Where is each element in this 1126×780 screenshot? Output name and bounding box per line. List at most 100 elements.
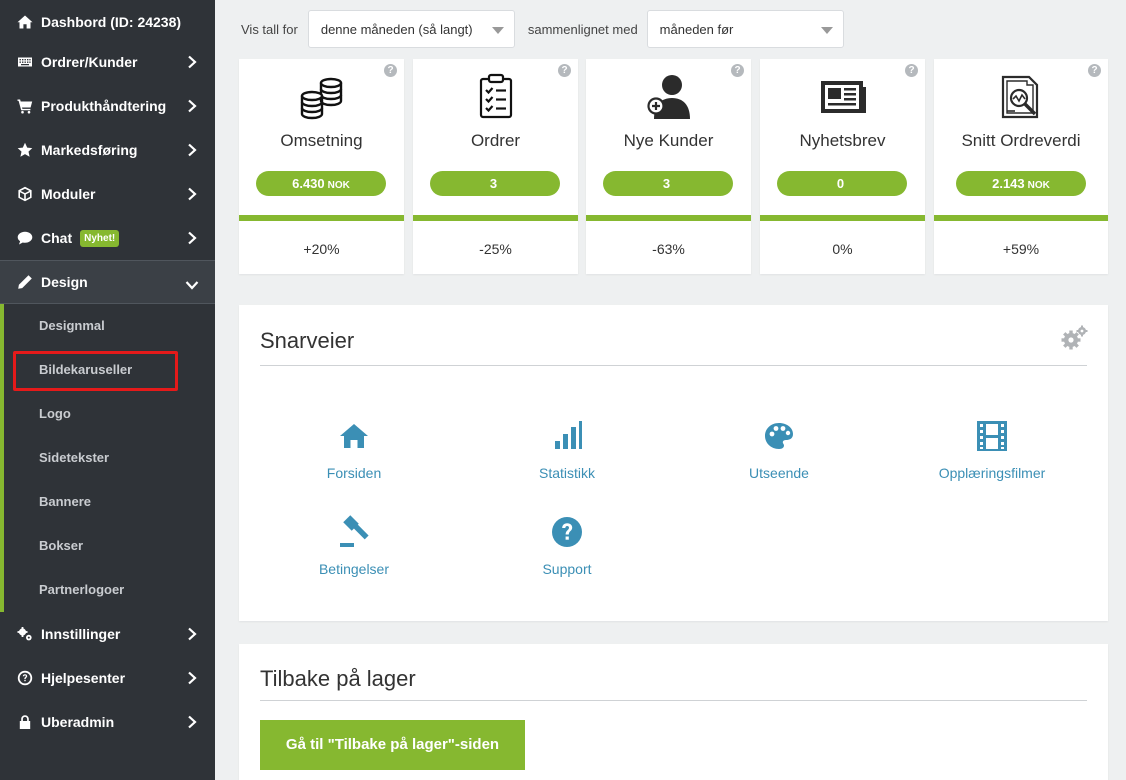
chat-icon — [17, 230, 33, 246]
bar-chart-icon — [550, 419, 584, 453]
sidebar-item-label: Produkthåndtering — [41, 98, 167, 114]
shortcut-label: Forsiden — [326, 465, 382, 481]
highlight-box — [13, 351, 178, 391]
sidebar-item-label: Moduler — [41, 186, 96, 202]
stat-card-newsletter: ? Nyhetsbrev 0 0% — [760, 59, 925, 274]
compare-select-value: måneden før — [659, 21, 734, 37]
sidebar-item-products[interactable]: Produkthåndtering — [0, 84, 215, 128]
help-icon[interactable]: ? — [905, 64, 918, 77]
sidebar-item-label: Ordrer/Kunder — [41, 54, 138, 70]
submenu-item-partnerlogoer[interactable]: Partnerlogoer — [39, 582, 124, 597]
divider — [260, 700, 1087, 701]
shortcut-label: Opplæringsfilmer — [938, 465, 1046, 481]
newspaper-icon — [819, 73, 867, 121]
stat-value: 3 — [430, 171, 560, 196]
chevron-right-icon — [187, 231, 197, 245]
palette-icon — [762, 419, 796, 453]
sidebar-item-label: Markedsføring — [41, 142, 138, 158]
stat-change: +59% — [1002, 241, 1040, 257]
caret-down-icon — [491, 27, 504, 34]
cogs-icon — [17, 626, 33, 642]
question-icon — [550, 515, 584, 549]
stat-value-number: 3 — [662, 176, 671, 191]
help-icon[interactable]: ? — [731, 64, 744, 77]
stat-card-orders: ? Ordrer 3 -25% — [413, 59, 578, 274]
stat-bar — [239, 215, 404, 221]
filter-label-compare: sammenlignet med — [527, 21, 638, 37]
add-user-icon — [645, 73, 693, 121]
home-icon — [17, 14, 33, 30]
stat-value: 2.143 NOK — [956, 171, 1086, 196]
caret-down-icon — [820, 27, 833, 34]
keyboard-icon — [17, 54, 33, 70]
shortcut-utseende[interactable]: Utseende — [679, 419, 879, 481]
stat-value: 6.430 NOK — [256, 171, 386, 196]
gavel-icon — [337, 515, 371, 549]
help-icon[interactable]: ? — [558, 64, 571, 77]
stat-value-number: 6.430 — [292, 176, 325, 191]
stat-change: -25% — [479, 241, 512, 257]
chevron-down-icon — [185, 277, 199, 290]
lock-icon — [17, 714, 33, 730]
question-circle-icon — [17, 670, 33, 686]
stat-bar — [413, 215, 578, 221]
submenu-item-logo[interactable]: Logo — [39, 406, 71, 421]
compare-select[interactable]: måneden før — [646, 10, 844, 48]
stat-change: +20% — [303, 241, 340, 257]
stat-card-avg-order-value: ? Snitt Ordreverdi 2.143 NOK +59% — [934, 59, 1108, 274]
film-icon — [975, 419, 1009, 453]
stat-bar — [760, 215, 925, 221]
chevron-right-icon — [187, 99, 197, 113]
sidebar-item-marketing[interactable]: Markedsføring — [0, 128, 215, 172]
shortcut-statistikk[interactable]: Statistikk — [467, 419, 667, 481]
sidebar-item-label: Uberadmin — [41, 714, 115, 730]
shortcut-forsiden[interactable]: Forsiden — [254, 419, 454, 481]
gears-icon[interactable] — [1060, 325, 1088, 351]
sidebar-item-label: Design — [41, 274, 88, 290]
shortcut-opplaeringsfilmer[interactable]: Opplæringsfilmer — [892, 419, 1092, 481]
sidebar-item-help[interactable]: Hjelpesenter — [0, 656, 215, 700]
stat-card-new-customers: ? Nye Kunder 3 -63% — [586, 59, 751, 274]
shortcuts-panel: Snarveier Forsiden Statistikk Utseende O… — [239, 305, 1108, 621]
new-badge: Nyhet! — [80, 229, 120, 247]
stat-change: -63% — [652, 241, 685, 257]
stat-value: 0 — [777, 171, 907, 196]
clipboard-icon — [472, 73, 520, 121]
star-icon — [17, 142, 33, 158]
shortcut-label: Betingelser — [318, 561, 390, 577]
sidebar-item-modules[interactable]: Moduler — [0, 172, 215, 216]
sidebar-item-uberadmin[interactable]: Uberadmin — [0, 700, 215, 744]
shortcut-betingelser[interactable]: Betingelser — [254, 515, 454, 577]
report-icon — [997, 73, 1045, 121]
sidebar-item-label: Dashbord (ID: 24238) — [41, 14, 182, 30]
sidebar-item-orders[interactable]: Ordrer/Kunder — [0, 40, 215, 84]
help-icon[interactable]: ? — [384, 64, 397, 77]
restock-button[interactable]: Gå til "Tilbake på lager"-siden — [260, 720, 525, 770]
sidebar-item-chat[interactable]: Chat Nyhet! — [0, 216, 215, 260]
stat-title: Snitt Ordreverdi — [961, 131, 1081, 150]
stat-title: Nye Kunder — [623, 131, 714, 150]
sidebar-item-design[interactable]: Design — [0, 260, 215, 304]
submenu-item-sidetekster[interactable]: Sidetekster — [39, 450, 109, 465]
sidebar-item-label: Hjelpesenter — [41, 670, 126, 686]
stat-bar — [586, 215, 751, 221]
stat-value-unit: NOK — [327, 180, 350, 191]
submenu-item-bannere[interactable]: Bannere — [39, 494, 91, 509]
sidebar: Dashbord (ID: 24238) Ordrer/Kunder Produ… — [0, 0, 215, 780]
sidebar-item-label: Chat — [41, 230, 73, 246]
pencil-icon — [17, 274, 33, 290]
sidebar-item-settings[interactable]: Innstillinger — [0, 612, 215, 656]
shortcut-support[interactable]: Support — [467, 515, 667, 577]
sidebar-item-dashboard[interactable]: Dashbord (ID: 24238) — [0, 0, 215, 44]
submenu-item-bokser[interactable]: Bokser — [39, 538, 83, 553]
restock-title: Tilbake på lager — [260, 666, 416, 691]
stat-title: Omsetning — [280, 131, 363, 150]
help-icon[interactable]: ? — [1088, 64, 1101, 77]
submenu-item-designmal[interactable]: Designmal — [39, 318, 105, 333]
chevron-right-icon — [187, 55, 197, 69]
restock-panel: Tilbake på lager Gå til "Tilbake på lage… — [239, 644, 1108, 780]
period-select[interactable]: denne måneden (så langt) — [307, 10, 515, 48]
shortcut-label: Statistikk — [538, 465, 595, 481]
filter-label-show: Vis tall for — [241, 21, 298, 37]
sidebar-item-label: Innstillinger — [41, 626, 121, 642]
